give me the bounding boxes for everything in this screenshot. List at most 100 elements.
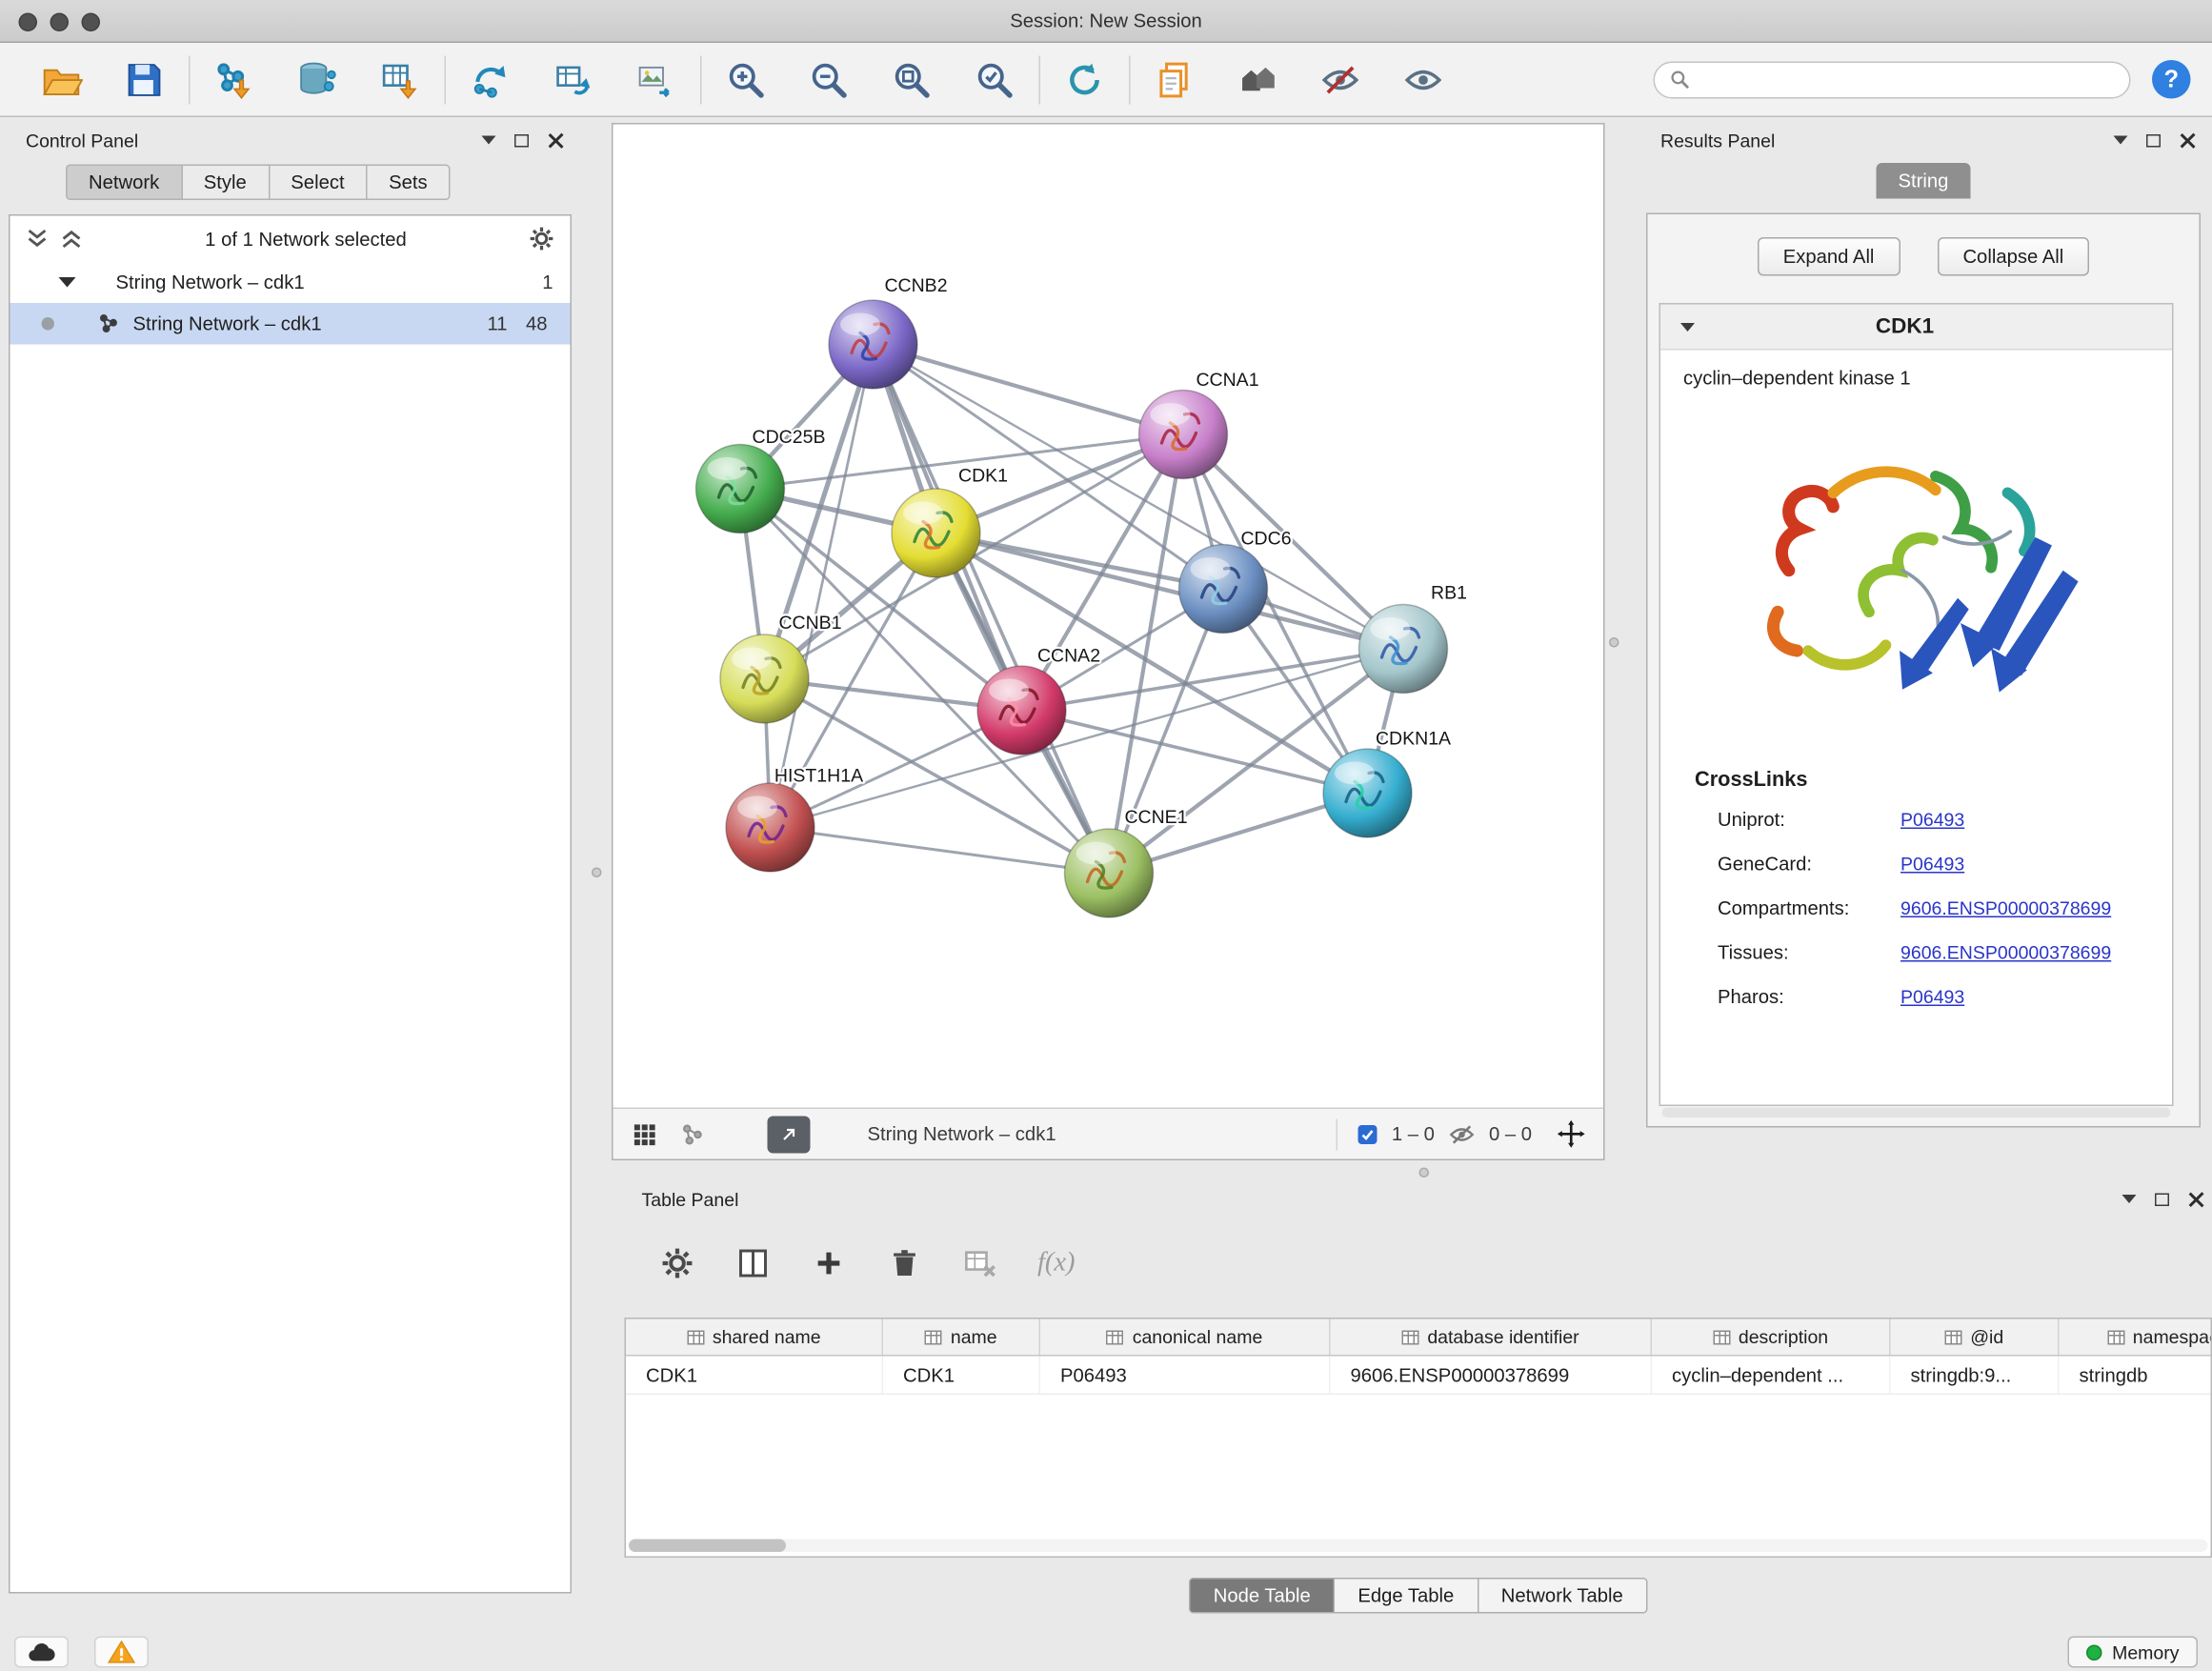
close-window-button[interactable] bbox=[19, 12, 38, 31]
tree-disclosure-icon[interactable] bbox=[59, 277, 76, 288]
zoom-selected-button[interactable] bbox=[971, 55, 1019, 104]
network-row-selected[interactable]: String Network – cdk1 11 48 bbox=[10, 303, 571, 345]
network-node-CDKN1A[interactable] bbox=[1323, 749, 1412, 837]
bottom-splitter-handle[interactable] bbox=[1419, 1168, 1430, 1178]
save-session-button[interactable] bbox=[120, 55, 169, 104]
tab-sets[interactable]: Sets bbox=[368, 165, 451, 201]
collapse-all-button[interactable]: Collapse All bbox=[1937, 237, 2089, 276]
gene-section-header[interactable]: CDK1 bbox=[1660, 305, 2172, 351]
crosslink-link[interactable]: P06493 bbox=[1900, 854, 1964, 876]
delete-column-trash-icon[interactable] bbox=[886, 1245, 923, 1282]
table-row[interactable]: CDK1CDK1P064939606.ENSP00000378699cyclin… bbox=[626, 1357, 2211, 1396]
results-horizontal-scrollbar[interactable] bbox=[1662, 1108, 2171, 1118]
column-header-name[interactable]: name bbox=[883, 1319, 1040, 1356]
close-panel-icon[interactable] bbox=[2188, 1191, 2204, 1207]
left-splitter-handle[interactable] bbox=[592, 868, 602, 878]
column-header-namespac[interactable]: namespac bbox=[2060, 1319, 2212, 1356]
fit-content-crosshair-icon[interactable] bbox=[1557, 1119, 1587, 1150]
column-header-description[interactable]: description bbox=[1652, 1319, 1891, 1356]
zoom-window-button[interactable] bbox=[82, 12, 101, 31]
panel-menu-icon[interactable] bbox=[2114, 136, 2128, 145]
network-node-CDC6[interactable] bbox=[1179, 545, 1268, 634]
float-panel-icon[interactable] bbox=[2146, 133, 2161, 147]
zoom-fit-button[interactable] bbox=[888, 55, 936, 104]
network-node-CCNB2[interactable] bbox=[829, 300, 917, 389]
close-panel-icon[interactable] bbox=[548, 132, 564, 149]
warnings-button[interactable] bbox=[94, 1637, 149, 1668]
export-image-button[interactable] bbox=[632, 55, 680, 104]
column-header--id[interactable]: @id bbox=[1891, 1319, 2060, 1356]
tab-string[interactable]: String bbox=[1877, 163, 1970, 199]
column-header-canonical-name[interactable]: canonical name bbox=[1040, 1319, 1331, 1356]
tab-select[interactable]: Select bbox=[270, 165, 368, 201]
export-network-button[interactable] bbox=[466, 55, 514, 104]
export-table-button[interactable] bbox=[549, 55, 597, 104]
panel-menu-icon[interactable] bbox=[2122, 1195, 2137, 1203]
network-node-CCNB1[interactable] bbox=[720, 634, 809, 723]
crosslink-link[interactable]: 9606.ENSP00000378699 bbox=[1900, 942, 2111, 964]
tab-style[interactable]: Style bbox=[182, 165, 270, 201]
network-edge-CCNA2-CDKN1A[interactable] bbox=[1022, 711, 1368, 794]
table-settings-gear-icon[interactable] bbox=[659, 1245, 696, 1282]
crosslink-link[interactable]: P06493 bbox=[1900, 986, 1964, 1008]
tab-edge-table[interactable]: Edge Table bbox=[1335, 1578, 1478, 1614]
show-columns-icon[interactable] bbox=[734, 1245, 772, 1282]
open-session-button[interactable] bbox=[37, 55, 86, 104]
show-graphics-details-button[interactable] bbox=[1399, 55, 1448, 104]
network-node-RB1[interactable] bbox=[1359, 605, 1448, 694]
network-collection-row[interactable]: String Network – cdk1 1 bbox=[10, 262, 571, 304]
network-edge-CCNB2-HIST1H1A[interactable] bbox=[771, 345, 874, 828]
refresh-view-button[interactable] bbox=[1060, 55, 1109, 104]
duplicate-view-button[interactable] bbox=[1151, 55, 1199, 104]
tab-network[interactable]: Network bbox=[66, 165, 182, 201]
collapse-all-icon[interactable] bbox=[25, 226, 50, 252]
zoom-out-button[interactable] bbox=[805, 55, 854, 104]
help-button[interactable]: ? bbox=[2152, 60, 2191, 99]
import-network-file-button[interactable] bbox=[211, 55, 259, 104]
network-node-HIST1H1A[interactable] bbox=[726, 783, 814, 872]
cloud-button[interactable] bbox=[14, 1637, 69, 1668]
tab-node-table[interactable]: Node Table bbox=[1189, 1578, 1335, 1614]
hidden-eye-slash-icon[interactable] bbox=[1447, 1119, 1476, 1148]
network-edge-CCNB2-CCNE1[interactable] bbox=[874, 345, 1110, 874]
add-column-icon[interactable] bbox=[811, 1245, 848, 1282]
network-node-CCNA2[interactable] bbox=[977, 666, 1066, 755]
zoom-in-button[interactable] bbox=[722, 55, 771, 104]
minimize-window-button[interactable] bbox=[50, 12, 70, 31]
tab-network-table[interactable]: Network Table bbox=[1478, 1578, 1647, 1614]
gear-icon[interactable] bbox=[528, 225, 556, 253]
column-header-database-identifier[interactable]: database identifier bbox=[1331, 1319, 1653, 1356]
network-edge-HIST1H1A-CCNE1[interactable] bbox=[771, 828, 1110, 874]
network-canvas[interactable]: CCNB2CCNA1CDC25BCDK1CDC6RB1CCNB1CCNA2CDK… bbox=[613, 125, 1604, 1108]
network-node-CDK1[interactable] bbox=[892, 489, 980, 577]
network-node-CCNE1[interactable] bbox=[1065, 829, 1154, 917]
grid-view-icon[interactable] bbox=[631, 1119, 659, 1148]
crosslink-link[interactable]: P06493 bbox=[1900, 809, 1964, 831]
search-input[interactable] bbox=[1699, 69, 2116, 91]
search-box[interactable] bbox=[1654, 61, 2131, 98]
close-panel-icon[interactable] bbox=[2180, 132, 2196, 149]
panel-menu-icon[interactable] bbox=[482, 136, 496, 145]
function-builder-icon[interactable]: f(x) bbox=[1037, 1248, 1076, 1279]
hide-graphics-details-button[interactable] bbox=[1317, 55, 1365, 104]
network-node-CDC25B[interactable] bbox=[696, 445, 785, 534]
birdseye-view-icon[interactable] bbox=[679, 1119, 708, 1148]
selected-checkbox-icon[interactable] bbox=[1356, 1122, 1378, 1145]
expand-all-button[interactable]: Expand All bbox=[1758, 237, 1900, 276]
open-external-button[interactable] bbox=[768, 1116, 811, 1153]
expand-all-icon[interactable] bbox=[59, 226, 85, 252]
table-horizontal-scrollbar[interactable] bbox=[629, 1540, 2208, 1553]
right-splitter-handle[interactable] bbox=[1609, 637, 1619, 648]
import-network-database-button[interactable] bbox=[293, 55, 342, 104]
delete-table-icon[interactable] bbox=[962, 1245, 999, 1282]
import-table-button[interactable] bbox=[376, 55, 425, 104]
scrollbar-thumb[interactable] bbox=[629, 1540, 786, 1553]
float-panel-icon[interactable] bbox=[514, 133, 529, 147]
network-node-CCNA1[interactable] bbox=[1139, 391, 1228, 479]
starter-panel-button[interactable] bbox=[1234, 55, 1282, 104]
crosslink-link[interactable]: 9606.ENSP00000378699 bbox=[1900, 897, 2111, 919]
network-edge-RB1-HIST1H1A[interactable] bbox=[771, 649, 1404, 828]
memory-button[interactable]: Memory bbox=[2068, 1637, 2198, 1668]
column-header-shared-name[interactable]: shared name bbox=[626, 1319, 883, 1356]
float-panel-icon[interactable] bbox=[2155, 1193, 2169, 1206]
